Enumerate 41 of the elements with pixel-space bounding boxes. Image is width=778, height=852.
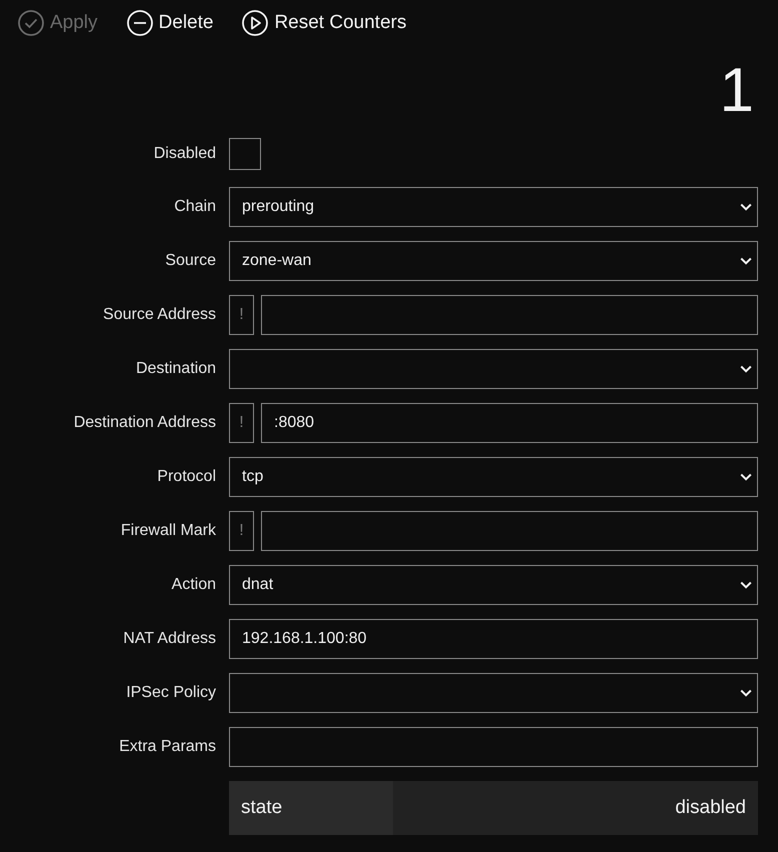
field-label: Action — [170, 576, 216, 594]
minus-circle-icon — [126, 10, 153, 36]
negate-toggle[interactable]: ! — [229, 403, 254, 443]
text-field[interactable]: :8080 — [261, 403, 758, 443]
field-label: Destination — [134, 360, 216, 378]
negate-toggle[interactable]: ! — [229, 511, 254, 551]
chevron-down-icon — [740, 203, 752, 211]
status-value: disabled — [674, 796, 747, 820]
chevron-down-icon — [740, 581, 752, 589]
checkbox[interactable] — [229, 138, 261, 170]
toolbar-button[interactable]: Reset Counters — [242, 10, 406, 36]
dropdown[interactable] — [229, 673, 758, 713]
chevron-down-icon — [740, 257, 752, 265]
dropdown[interactable]: zone-wan — [229, 241, 758, 281]
chevron-down-icon — [740, 365, 752, 373]
status-label: state — [229, 781, 393, 835]
negate-toggle[interactable]: ! — [229, 295, 254, 335]
field-label: Disabled — [152, 145, 216, 163]
dropdown[interactable]: dnat — [229, 565, 758, 605]
dropdown[interactable]: tcp — [229, 457, 758, 497]
field-label: Protocol — [156, 468, 216, 486]
field-label: IPSec Policy — [125, 684, 216, 702]
field-label: Chain — [173, 198, 216, 216]
text-field[interactable]: 192.168.1.100:80 — [229, 619, 758, 659]
record-number: 1 — [720, 56, 754, 125]
text-field[interactable] — [229, 727, 758, 767]
field-label: NAT Address — [122, 630, 216, 648]
field-label: Source — [164, 252, 216, 270]
text-field[interactable] — [261, 511, 758, 551]
field-label: Firewall Mark — [120, 522, 216, 540]
field-label: Source Address — [102, 306, 216, 324]
play-circle-icon — [242, 10, 268, 36]
field-label: Extra Params — [118, 738, 216, 756]
check-circle-icon — [18, 10, 44, 36]
field-label: Destination Address — [72, 414, 216, 432]
dropdown[interactable] — [229, 349, 758, 389]
chevron-down-icon — [740, 473, 752, 481]
toolbar-button[interactable]: Delete — [126, 10, 214, 36]
dropdown[interactable]: prerouting — [229, 187, 758, 227]
chevron-down-icon — [740, 689, 752, 697]
text-field[interactable] — [261, 295, 758, 335]
